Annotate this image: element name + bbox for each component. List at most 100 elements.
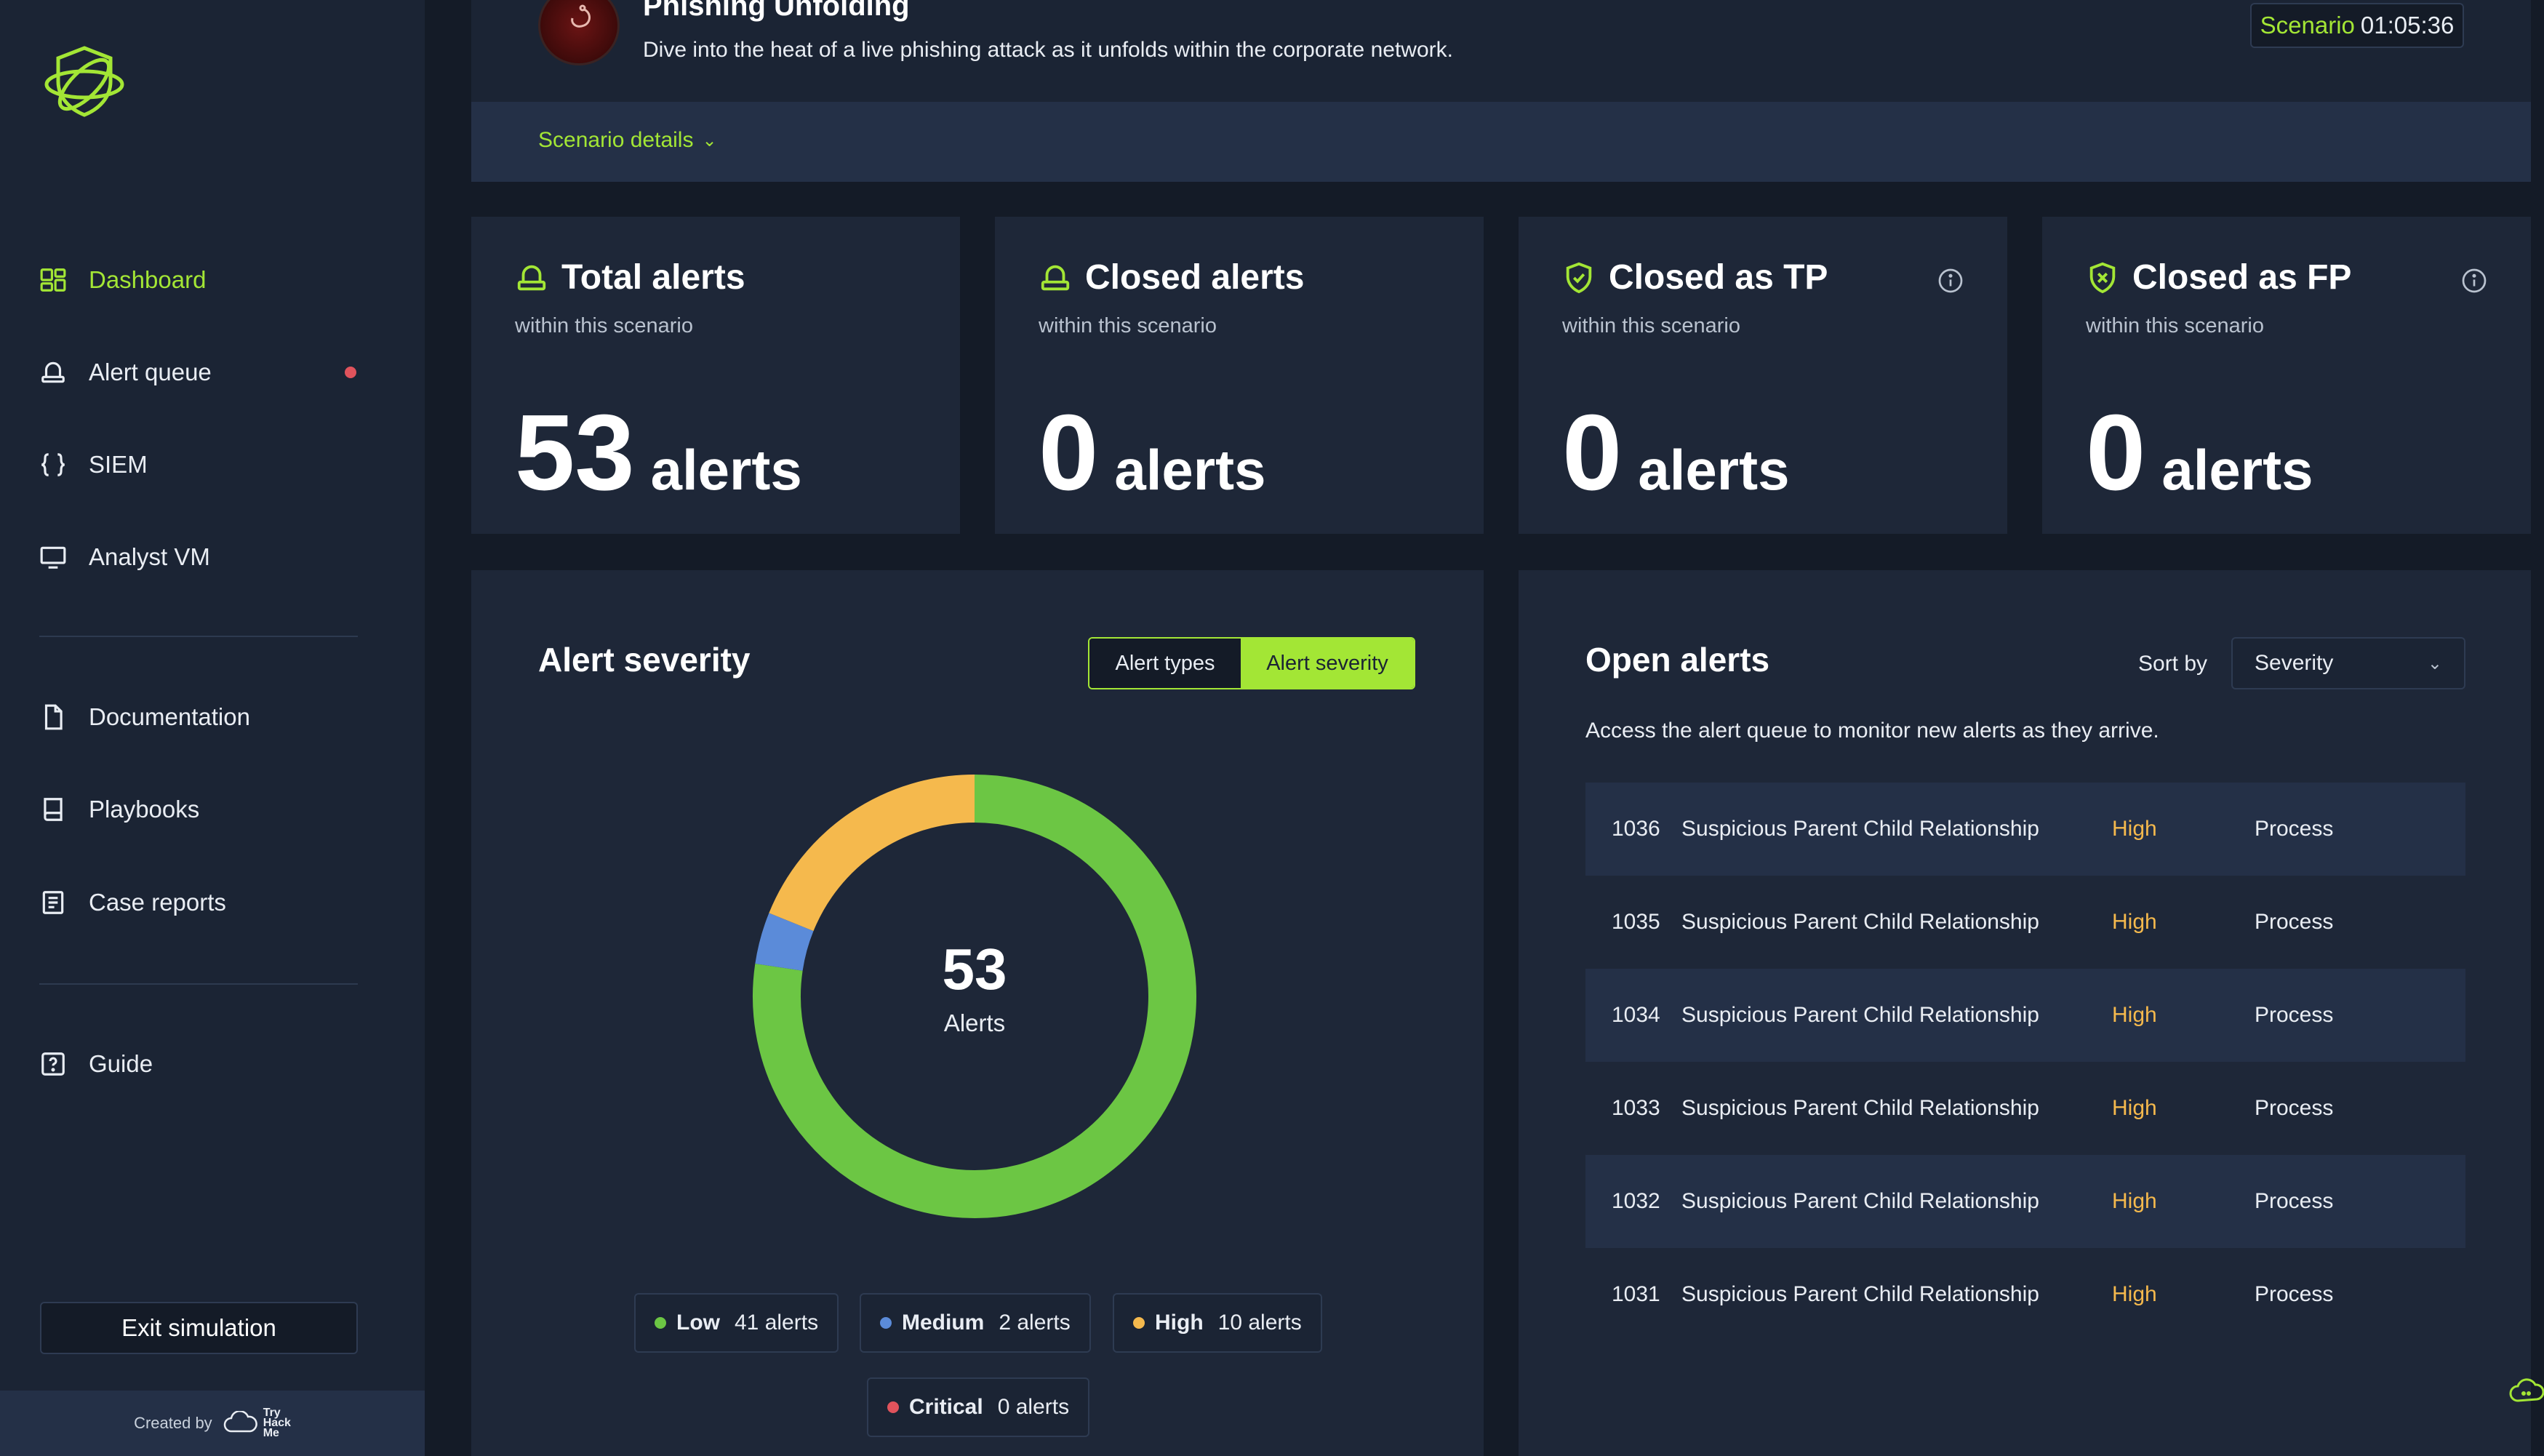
stat-title: Closed alerts [1085,258,1305,297]
legend-dot [880,1317,892,1329]
alert-row[interactable]: 1032 Suspicious Parent Child Relationshi… [1585,1155,2465,1248]
alert-name: Suspicious Parent Child Relationship [1681,1003,2039,1027]
braces-icon [41,453,65,476]
alert-row[interactable]: 1031 Suspicious Parent Child Relationshi… [1585,1248,2465,1341]
donut-slice-high[interactable] [769,775,975,932]
chart-toggle: Alert types Alert severity [1088,637,1415,689]
stat-subtitle: within this scenario [515,314,693,337]
alert-id: 1033 [1612,1096,1660,1120]
sidebar-item-label: Documentation [89,703,250,730]
stat-title: Total alerts [561,258,745,297]
alert-row[interactable]: 1036 Suspicious Parent Child Relationshi… [1585,783,2465,876]
legend-name: Low [676,1311,720,1335]
timer-label: Scenario [2260,12,2355,39]
alert-row[interactable]: 1035 Suspicious Parent Child Relationshi… [1585,876,2465,969]
sidebar-item-siem[interactable]: SIEM [39,439,148,490]
document-icon [44,704,63,730]
stat-title: Closed as FP [2132,258,2352,297]
sidebar-item-playbooks[interactable]: Playbooks [39,784,199,835]
stat-card-total-alerts: Total alerts within this scenario 53 ale… [471,217,960,534]
scenario-details-label: Scenario details [538,128,694,152]
alert-severity: High [2112,1189,2157,1213]
info-icon[interactable] [2461,268,2487,294]
alert-severity: High [2112,817,2157,841]
alert-severity: High [2112,1096,2157,1120]
stat-unit: alerts [650,438,802,502]
stat-value: 0 [1039,393,1099,513]
help-icon [41,1052,65,1076]
tryhackme-logo[interactable]: Try Hack Me [223,1407,291,1439]
cloud-icon [223,1411,257,1433]
sidebar-item-alert-queue[interactable]: Alert queue [39,347,212,398]
toggle-alert-types[interactable]: Alert types [1089,639,1241,688]
sidebar-item-documentation[interactable]: Documentation [39,692,250,743]
report-icon [42,891,64,914]
open-alerts-description: Access the alert queue to monitor new al… [1585,719,2159,743]
legend-item-high[interactable]: High 10 alerts [1113,1293,1322,1353]
sidebar-item-label: Analyst VM [89,543,210,570]
legend-value: 2 alerts [999,1311,1071,1335]
chat-support-icon[interactable] [2508,1375,2544,1411]
legend-name: Medium [902,1311,985,1335]
sort-select[interactable]: Severity ⌄ [2231,637,2465,689]
scenario-title: Phishing Unfolding [643,0,910,22]
alert-id: 1032 [1612,1189,1660,1213]
alert-row[interactable]: 1033 Suspicious Parent Child Relationshi… [1585,1062,2465,1155]
notification-dot [345,367,356,378]
legend-item-low[interactable]: Low 41 alerts [634,1293,839,1353]
sidebar-item-case-reports[interactable]: Case reports [39,877,226,928]
legend-value: 41 alerts [735,1311,819,1335]
alert-id: 1034 [1612,1003,1660,1027]
stat-title: Closed as TP [1609,258,1828,297]
dashboard-icon [40,268,66,292]
alert-id: 1031 [1612,1282,1660,1306]
alert-severity: High [2112,910,2157,934]
alert-severity: High [2112,1003,2157,1027]
legend-name: Critical [909,1395,983,1419]
stat-card-closed-fp: Closed as FP within this scenario 0 aler… [2042,217,2531,534]
sidebar-item-analyst-vm[interactable]: Analyst VM [39,532,210,583]
severity-donut-chart: 53 Alerts [753,775,1196,1218]
scenario-description: Dive into the heat of a live phishing at… [643,38,1453,62]
legend-item-medium[interactable]: Medium 2 alerts [860,1293,1091,1353]
alert-name: Suspicious Parent Child Relationship [1681,1282,2039,1306]
shield-check-icon [1566,262,1592,293]
legend-dot [1133,1317,1145,1329]
alert-id: 1036 [1612,817,1660,841]
panel-title: Alert severity [538,641,751,679]
info-icon[interactable] [1937,268,1964,294]
stat-card-closed-alerts: Closed alerts within this scenario 0 ale… [995,217,1484,534]
stat-value: 53 [515,393,635,513]
alert-queue-icon [41,361,65,383]
sidebar-item-dashboard[interactable]: Dashboard [39,255,206,305]
stat-subtitle: within this scenario [2086,314,2264,337]
chevron-down-icon: ⌄ [702,130,717,151]
legend-item-critical[interactable]: Critical 0 alerts [867,1377,1090,1437]
open-alerts-panel: Open alerts Sort by Severity ⌄ Access th… [1519,570,2531,1456]
app-logo [44,46,124,117]
sidebar: Dashboard Alert queue SIEM Analyst VM Do… [0,0,425,1456]
stat-subtitle: within this scenario [1039,314,1217,337]
alert-type: Process [2255,1096,2334,1120]
alert-severity: High [2112,1282,2157,1306]
stat-unit: alerts [2161,438,2313,502]
alert-type: Process [2255,817,2334,841]
legend-name: High [1155,1311,1204,1335]
sidebar-divider [39,983,358,985]
stat-subtitle: within this scenario [1562,314,1740,337]
alert-severity-panel: Alert severity Alert types Alert severit… [471,570,1484,1456]
alert-row[interactable]: 1034 Suspicious Parent Child Relationshi… [1585,969,2465,1062]
stat-card-closed-tp: Closed as TP within this scenario 0 aler… [1519,217,2007,534]
alert-type: Process [2255,1003,2334,1027]
stat-unit: alerts [1114,438,1266,502]
donut-slice-medium[interactable] [755,913,814,972]
toggle-alert-severity[interactable]: Alert severity [1241,639,1414,688]
monitor-icon [40,546,66,569]
timer-value: 01:05:36 [2360,12,2455,39]
scenario-timer: Scenario 01:05:36 [2250,3,2464,48]
sidebar-item-guide[interactable]: Guide [39,1039,153,1089]
scenario-details-toggle[interactable]: Scenario details ⌄ [538,128,717,153]
sidebar-item-label: SIEM [89,451,148,478]
chevron-down-icon: ⌄ [2427,653,2442,673]
exit-simulation-button[interactable]: Exit simulation [40,1302,358,1354]
